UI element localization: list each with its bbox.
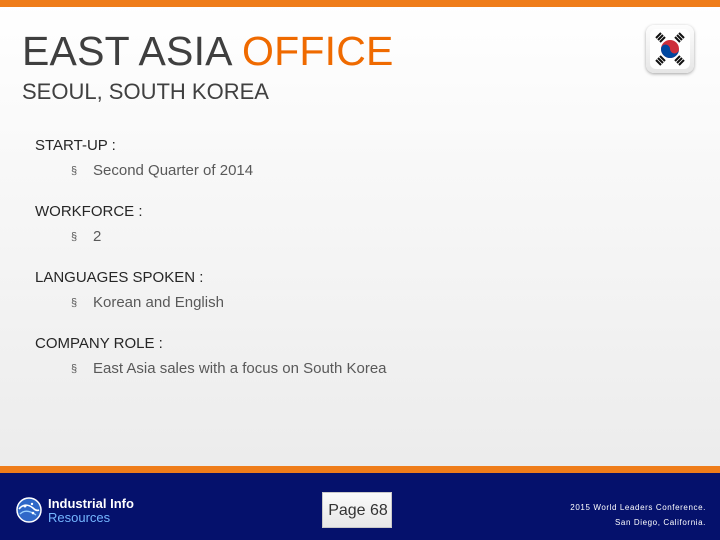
brand-name-top: Industrial Info <box>48 496 134 511</box>
title-accent: OFFICE <box>242 28 394 74</box>
company-logo: Industrial Info Resources <box>15 496 151 530</box>
languages-bullet: § Korean and English <box>71 294 224 312</box>
square-bullet-icon: § <box>71 297 78 309</box>
event-line-1: 2015 World Leaders Conference. <box>570 503 706 512</box>
company-role-value: East Asia sales with a focus on South Ko… <box>93 360 387 377</box>
office-details: START-UP : § Second Quarter of 2014 WORKF… <box>35 137 655 401</box>
languages-label: LANGUAGES SPOKEN : <box>35 269 204 286</box>
startup-section: START-UP : § Second Quarter of 2014 <box>35 137 655 203</box>
square-bullet-icon: § <box>71 363 78 375</box>
company-role-bullet: § East Asia sales with a focus on South K… <box>71 360 387 378</box>
startup-value: Second Quarter of 2014 <box>93 162 254 179</box>
event-line-2: San Diego, California. <box>614 518 706 527</box>
startup-label: START-UP : <box>35 137 116 154</box>
languages-section: LANGUAGES SPOKEN : § Korean and English <box>35 269 655 335</box>
south-korea-flag-icon <box>646 25 694 73</box>
languages-value: Korean and English <box>93 294 224 311</box>
workforce-label: WORKFORCE : <box>35 203 143 220</box>
presentation-slide: EAST ASIA OFFICE SEOUL, SOUTH KOREA STAR… <box>0 0 720 540</box>
workforce-value: 2 <box>93 228 102 245</box>
square-bullet-icon: § <box>71 231 78 243</box>
workforce-bullet: § 2 <box>71 228 101 246</box>
brand-name-bottom: Resources <box>48 510 111 525</box>
company-role-section: COMPANY ROLE : § East Asia sales with a f… <box>35 335 655 401</box>
page-number: Page 68 <box>328 502 388 519</box>
title-main: EAST ASIA <box>22 28 231 74</box>
top-accent-bar <box>0 0 720 7</box>
footer-accent-bar <box>0 466 720 473</box>
slide-title: EAST ASIA OFFICE <box>22 28 394 74</box>
workforce-section: WORKFORCE : § 2 <box>35 203 655 269</box>
company-role-label: COMPANY ROLE : <box>35 335 163 352</box>
page-number-badge: Page 68 <box>322 492 392 528</box>
slide-subtitle: SEOUL, SOUTH KOREA <box>22 79 269 104</box>
square-bullet-icon: § <box>71 165 78 177</box>
event-info: 2015 World Leaders Conference. San Diego… <box>570 500 706 530</box>
globe-logo-icon <box>16 497 42 523</box>
startup-bullet: § Second Quarter of 2014 <box>71 162 253 180</box>
